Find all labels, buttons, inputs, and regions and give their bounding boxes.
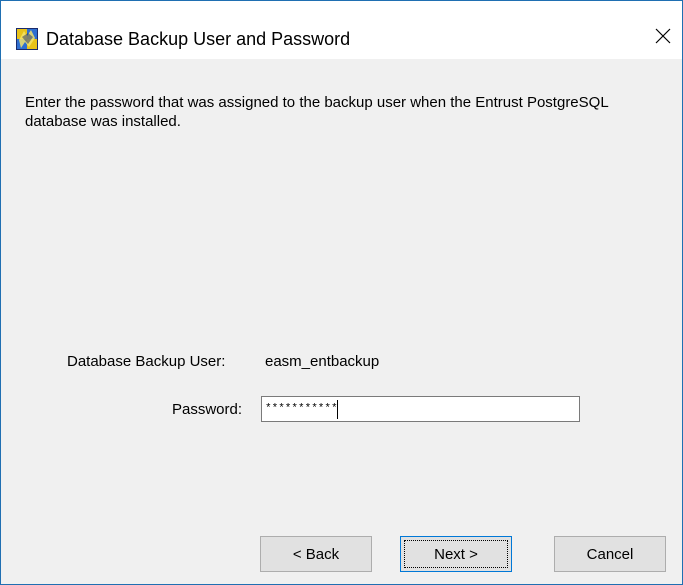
instruction-text: Enter the password that was assigned to … [25,94,609,130]
cancel-button[interactable]: Cancel [554,536,666,572]
next-button[interactable]: Next > [400,536,512,572]
title-bar: Database Backup User and Password [1,1,682,59]
next-button-label: Next > [434,545,478,563]
app-icon [16,28,38,50]
dialog-window: Database Backup User and Password Enter … [0,0,683,585]
text-caret [337,400,338,419]
close-icon [655,28,671,49]
password-label: Password: [172,401,243,418]
backup-user-value: easm_entbackup [265,353,380,370]
password-input[interactable] [261,396,580,422]
window-title: Database Backup User and Password [46,29,351,49]
close-button[interactable] [648,23,678,53]
back-button[interactable]: < Back [260,536,372,572]
backup-user-label: Database Backup User: [67,353,226,370]
